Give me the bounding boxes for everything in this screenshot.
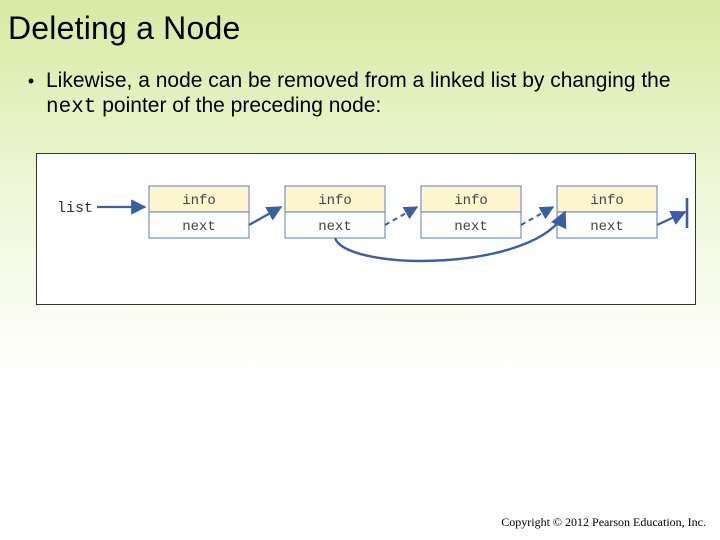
list-label: list [57, 200, 93, 217]
node-2-next: next [318, 219, 352, 235]
slide-title: Deleting a Node [0, 0, 720, 51]
node-4-info: info [590, 193, 624, 209]
arrow-n3-n4-old [521, 207, 553, 225]
node-4-next: next [590, 219, 624, 235]
bullet-code: next [46, 96, 96, 119]
arrow-n2-n3-old [385, 207, 417, 225]
slide: Deleting a Node • Likewise, a node can b… [0, 0, 720, 540]
diagram-frame: list info next info next [36, 153, 696, 305]
copyright-text: Copyright © 2012 Pearson Education, Inc. [501, 515, 706, 530]
arrow-n1-n2 [249, 207, 281, 225]
node-3: info next [421, 186, 521, 238]
slide-body: • Likewise, a node can be removed from a… [0, 51, 720, 121]
bullet-text-post: pointer of the preceding node: [96, 94, 381, 117]
node-1-next: next [182, 219, 216, 235]
bullet-dot: • [24, 69, 38, 93]
node-3-info: info [454, 193, 488, 209]
node-1: info next [149, 186, 249, 238]
bullet-text: Likewise, a node can be removed from a l… [38, 69, 696, 121]
arrow-tail-out [657, 212, 685, 225]
bullet-item: • Likewise, a node can be removed from a… [24, 69, 696, 121]
node-2: info next [285, 186, 385, 238]
node-4: info next [557, 186, 657, 238]
bullet-text-pre: Likewise, a node can be removed from a l… [46, 69, 671, 92]
linked-list-diagram: list info next info next [37, 154, 697, 304]
node-1-info: info [182, 193, 216, 209]
node-3-next: next [454, 219, 488, 235]
node-2-info: info [318, 193, 352, 209]
